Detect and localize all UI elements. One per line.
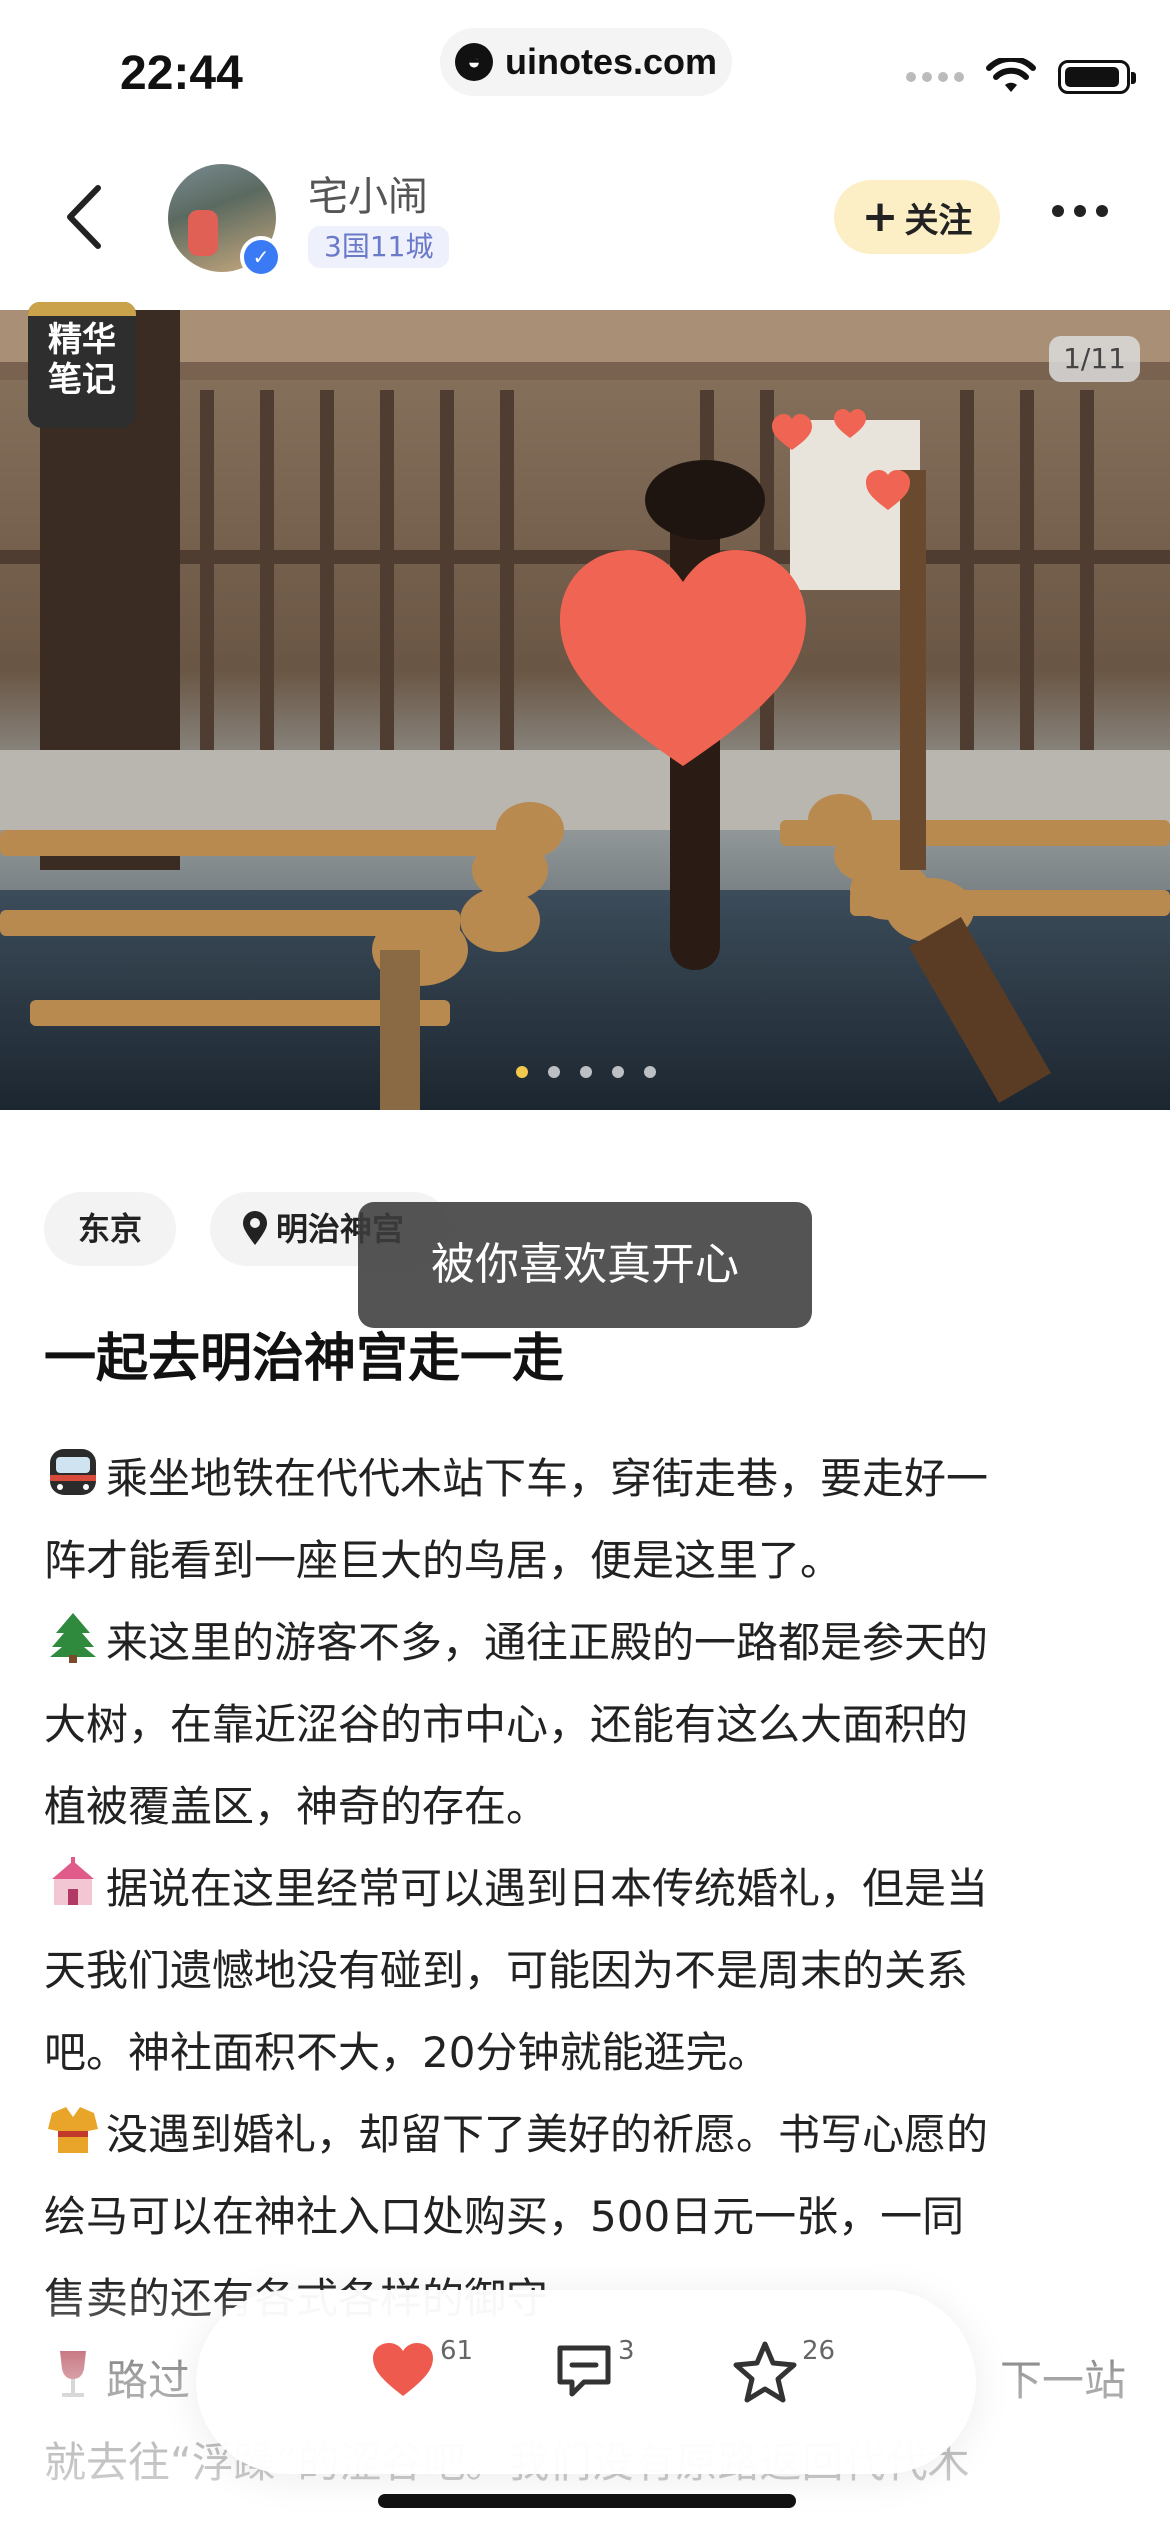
photo-counter: 1/11: [1049, 336, 1140, 382]
more-options-icon[interactable]: [1052, 205, 1108, 217]
author-level-badge: 3国11城: [308, 226, 450, 268]
star-icon: [733, 2341, 797, 2403]
content-text: 路过: [106, 2356, 191, 2405]
content-line: 绘马可以在神社入口处购买，500日元一张，一同: [44, 2176, 1126, 2258]
content-line: 阵才能看到一座巨大的鸟居，便是这里了。: [44, 1520, 1126, 1602]
content-line: 植被覆盖区，神奇的存在。: [44, 1766, 1126, 1848]
like-button[interactable]: 61: [370, 2336, 473, 2420]
plus-icon: +: [861, 191, 899, 242]
author-name[interactable]: 宅小闹: [308, 164, 428, 222]
content-text: 天我们遗憾地没有碰到，可能因为不是周末的关系: [44, 1946, 969, 1995]
status-indicators: [906, 58, 1136, 96]
content-text: 据说在这里经常可以遇到日本传统婚礼，但是当: [106, 1864, 989, 1913]
content-text: 大树，在靠近涩谷的市中心，还能有这么大面积的: [44, 1700, 969, 1749]
content-text: 乘坐地铁在代代木站下车，穿街走巷，要走好一: [106, 1454, 989, 1503]
status-time: 22:44: [120, 47, 243, 100]
heart-icon: [373, 2343, 433, 2396]
carousel-indicator: [516, 1066, 656, 1078]
shrine-water-basin-image: [0, 310, 1170, 1110]
follow-label: 关注: [904, 200, 973, 241]
content-line: 乘坐地铁在代代木站下车，穿街走巷，要走好一: [44, 1438, 1126, 1520]
url-pill[interactable]: ◒ uinotes.com: [440, 28, 732, 96]
content-text: 下一站: [999, 2356, 1126, 2405]
note-photo[interactable]: [0, 310, 1170, 1110]
wifi-icon: [986, 58, 1036, 92]
back-chevron-icon[interactable]: [58, 182, 118, 252]
like-count: 61: [440, 2336, 474, 2366]
collect-button[interactable]: 26: [732, 2336, 835, 2420]
kimono-emoji-icon: [48, 2107, 98, 2153]
comment-icon: [557, 2345, 611, 2397]
content-text: 植被覆盖区，神奇的存在。: [44, 1782, 549, 1831]
content-line: 来这里的游客不多，通往正殿的一路都是参天的: [44, 1602, 1126, 1684]
comment-button[interactable]: 3: [554, 2336, 635, 2420]
content-text: 绘马可以在神社入口处购买，500日元一张，一同: [44, 2192, 965, 2241]
content-line: 大树，在靠近涩谷的市中心，还能有这么大面积的: [44, 1684, 1126, 1766]
badge-line-1: 精华: [48, 320, 116, 360]
content-line: 据说在这里经常可以遇到日本传统婚礼，但是当: [44, 1848, 1126, 1930]
carousel-dot: [548, 1066, 560, 1078]
metro-train-emoji-icon: [50, 1449, 96, 1495]
city-tag[interactable]: 东京: [44, 1192, 176, 1266]
wine-glass-emoji-icon: [60, 2351, 86, 2397]
content-text: 阵才能看到一座巨大的鸟居，便是这里了。: [44, 1536, 843, 1585]
battery-icon: [1058, 60, 1136, 94]
content-text: 吧。神社面积不大，20分钟就能逛完。: [44, 2028, 770, 2077]
verified-badge-icon: ✓: [240, 236, 282, 278]
content-text: 来这里的游客不多，通往正殿的一路都是参天的: [106, 1618, 989, 1667]
carousel-dot: [612, 1066, 624, 1078]
star-count: 26: [802, 2336, 836, 2366]
pine-tree-emoji-icon: [50, 1613, 96, 1663]
content-text: 没遇到婚礼，却留下了美好的祈愿。书写心愿的: [106, 2110, 989, 2159]
content-line: 天我们遗憾地没有碰到，可能因为不是周末的关系: [44, 1930, 1126, 2012]
carousel-dot: [580, 1066, 592, 1078]
like-toast: 被你喜欢真开心: [358, 1202, 812, 1328]
badge-line-2: 笔记: [48, 360, 116, 400]
comment-count: 3: [618, 2336, 635, 2366]
cellular-signal-icon: [906, 72, 964, 82]
site-logo-icon: ◒: [454, 43, 493, 81]
wedding-chapel-emoji-icon: [52, 1857, 94, 1905]
status-bar: 22:44 ◒ uinotes.com: [0, 0, 1170, 150]
home-indicator: [378, 2494, 796, 2508]
location-pin-icon: [243, 1211, 267, 1245]
follow-button[interactable]: + 关注: [834, 180, 1000, 254]
carousel-dot: [644, 1066, 656, 1078]
content-line: 吧。神社面积不大，20分钟就能逛完。: [44, 2012, 1126, 2094]
content-line: 没遇到婚礼，却留下了美好的祈愿。书写心愿的: [44, 2094, 1126, 2176]
url-text: uinotes.com: [504, 41, 718, 82]
engagement-bar: 61 3 26: [196, 2290, 976, 2474]
note-header: ✓ 宅小闹 3国11城 + 关注: [0, 150, 1170, 310]
essence-note-badge: 精华 笔记: [28, 302, 136, 428]
carousel-dot: [516, 1066, 528, 1078]
